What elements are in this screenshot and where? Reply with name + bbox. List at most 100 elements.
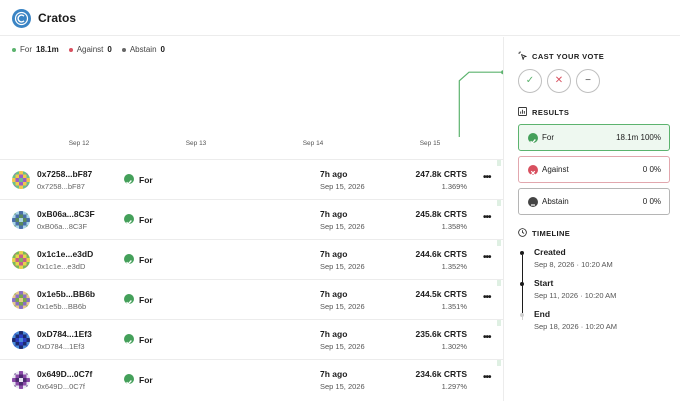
timeline-start: Start [534,278,554,288]
more-options-icon[interactable]: ••• [483,292,491,303]
row-indicator [497,280,501,286]
app-name: Cratos [38,11,77,25]
legend-label: For [20,45,32,54]
voter-avatar [12,371,30,389]
voter-avatar [12,211,30,229]
voter-address-short: 0x649D...0C7f [37,382,85,391]
more-options-icon[interactable]: ••• [483,372,491,383]
vote-against-button[interactable]: ✕ [547,69,571,93]
row-indicator [497,320,501,326]
voter-address-short: 0xD784...1Ef3 [37,342,85,351]
result-label: Against [542,165,569,174]
legend-label: Against [76,45,104,54]
vote-time: 7h ago [320,169,348,179]
result-value: 0 0% [642,165,661,174]
voter-address[interactable]: 0x1c1e...e3dD [37,249,93,259]
legend-label: Abstain [129,45,157,54]
vote-row[interactable]: 0xD784...1Ef3 0xD784...1Ef3 For 7h ago S… [0,319,503,359]
cratos-logo-icon [12,9,31,28]
voter-address-short: 0x1c1e...e3dD [37,262,86,271]
voter-address[interactable]: 0xB06a...8C3F [37,209,95,219]
result-against: Against 0 0% [518,156,670,183]
voter-address[interactable]: 0x649D...0C7f [37,369,92,379]
result-value: 0 0% [642,197,661,206]
timeline-start-date: Sep 11, 2026 · 10:20 AM [534,291,617,300]
check-circle-icon [124,214,134,225]
vote-time: 7h ago [320,289,348,299]
voter-avatar [12,331,30,349]
check-icon: ✓ [525,75,535,86]
vote-percent: 1.302% [441,342,467,351]
vote-amount: 244.6k CRTS [415,249,468,259]
x-icon: ✕ [554,75,564,86]
row-indicator [497,160,501,166]
vote-time: 7h ago [320,249,348,259]
vote-choice: For [139,255,153,265]
vote-choice: For [139,335,153,345]
check-circle-icon [124,254,134,265]
timeline-title: TIMELINE [532,229,571,238]
vote-date: Sep 15, 2026 [320,302,365,311]
proposal-sidebar: CAST YOUR VOTE ✓ ✕ − RESULTS For 18.1m 1… [503,37,680,401]
timeline-created-date: Sep 8, 2026 · 10:20 AM [534,260,613,269]
chart-legend: For 18.1m Against 0 Abstain 0 [12,45,165,54]
vote-amount: 247.8k CRTS [415,169,468,179]
vote-date: Sep 15, 2026 [320,222,365,231]
vote-percent: 1.358% [441,222,467,231]
more-options-icon[interactable]: ••• [483,212,491,223]
vote-row[interactable]: 0x1c1e...e3dD 0x1c1e...e3dD For 7h ago S… [0,239,503,279]
x-tick-label: Sep 14 [302,140,324,147]
result-label: For [542,133,554,142]
vote-percent: 1.369% [441,182,467,191]
clock-icon [518,228,527,237]
voter-avatar [12,291,30,309]
vote-date: Sep 15, 2026 [320,182,365,191]
vote-choice: For [139,295,153,305]
vote-amount: 235.6k CRTS [415,329,468,339]
vote-time: 7h ago [320,329,348,339]
result-label: Abstain [542,197,569,206]
vote-abstain-button[interactable]: − [576,69,600,93]
legend-dot-against [68,47,73,52]
timeline-dot [520,251,524,255]
check-circle-icon [124,374,134,385]
voter-address[interactable]: 0xD784...1Ef3 [37,329,92,339]
check-circle-icon [124,334,134,345]
legend-item-abstain: Abstain 0 [121,45,165,54]
timeline-end-date: Sep 18, 2026 · 10:20 AM [534,322,617,331]
voter-address[interactable]: 0x1e5b...BB6b [37,289,95,299]
minus-circle-icon [528,197,538,207]
row-indicator [497,360,501,366]
timeline-dot [520,282,524,286]
more-options-icon[interactable]: ••• [483,332,491,343]
minus-icon: − [585,75,591,86]
voter-address-short: 0x7258...bF87 [37,182,85,191]
vote-date: Sep 15, 2026 [320,262,365,271]
vote-row[interactable]: 0x1e5b...BB6b 0x1e5b...BB6b For 7h ago S… [0,279,503,319]
check-circle-icon [124,174,134,185]
more-options-icon[interactable]: ••• [483,252,491,263]
row-indicator [497,200,501,206]
series-line-for [458,71,503,137]
voter-address-short: 0xB06a...8C3F [37,222,88,231]
vote-row[interactable]: 0x649D...0C7f 0x649D...0C7f For 7h ago S… [0,359,503,399]
x-circle-icon [528,165,538,176]
vote-amount: 234.6k CRTS [415,369,468,379]
legend-value: 18.1m [36,45,59,54]
vote-row[interactable]: 0xB06a...8C3F 0xB06a...8C3F For 7h ago S… [0,199,503,239]
voter-address[interactable]: 0x7258...bF87 [37,169,92,179]
row-indicator [497,240,501,246]
x-tick-label: Sep 12 [68,140,90,147]
voter-avatar [12,171,30,189]
result-for: For 18.1m 100% [518,124,670,151]
more-options-icon[interactable]: ••• [483,172,491,183]
x-tick-label: Sep 13 [185,140,207,147]
vote-percent: 1.352% [441,262,467,271]
voter-avatar [12,251,30,269]
results-title: RESULTS [532,108,570,117]
timeline-end: End [534,309,551,319]
vote-row[interactable]: 0x7258...bF87 0x7258...bF87 For 7h ago S… [0,159,503,199]
vote-time: 7h ago [320,369,348,379]
vote-choice: For [139,175,153,185]
vote-for-button[interactable]: ✓ [518,69,542,93]
